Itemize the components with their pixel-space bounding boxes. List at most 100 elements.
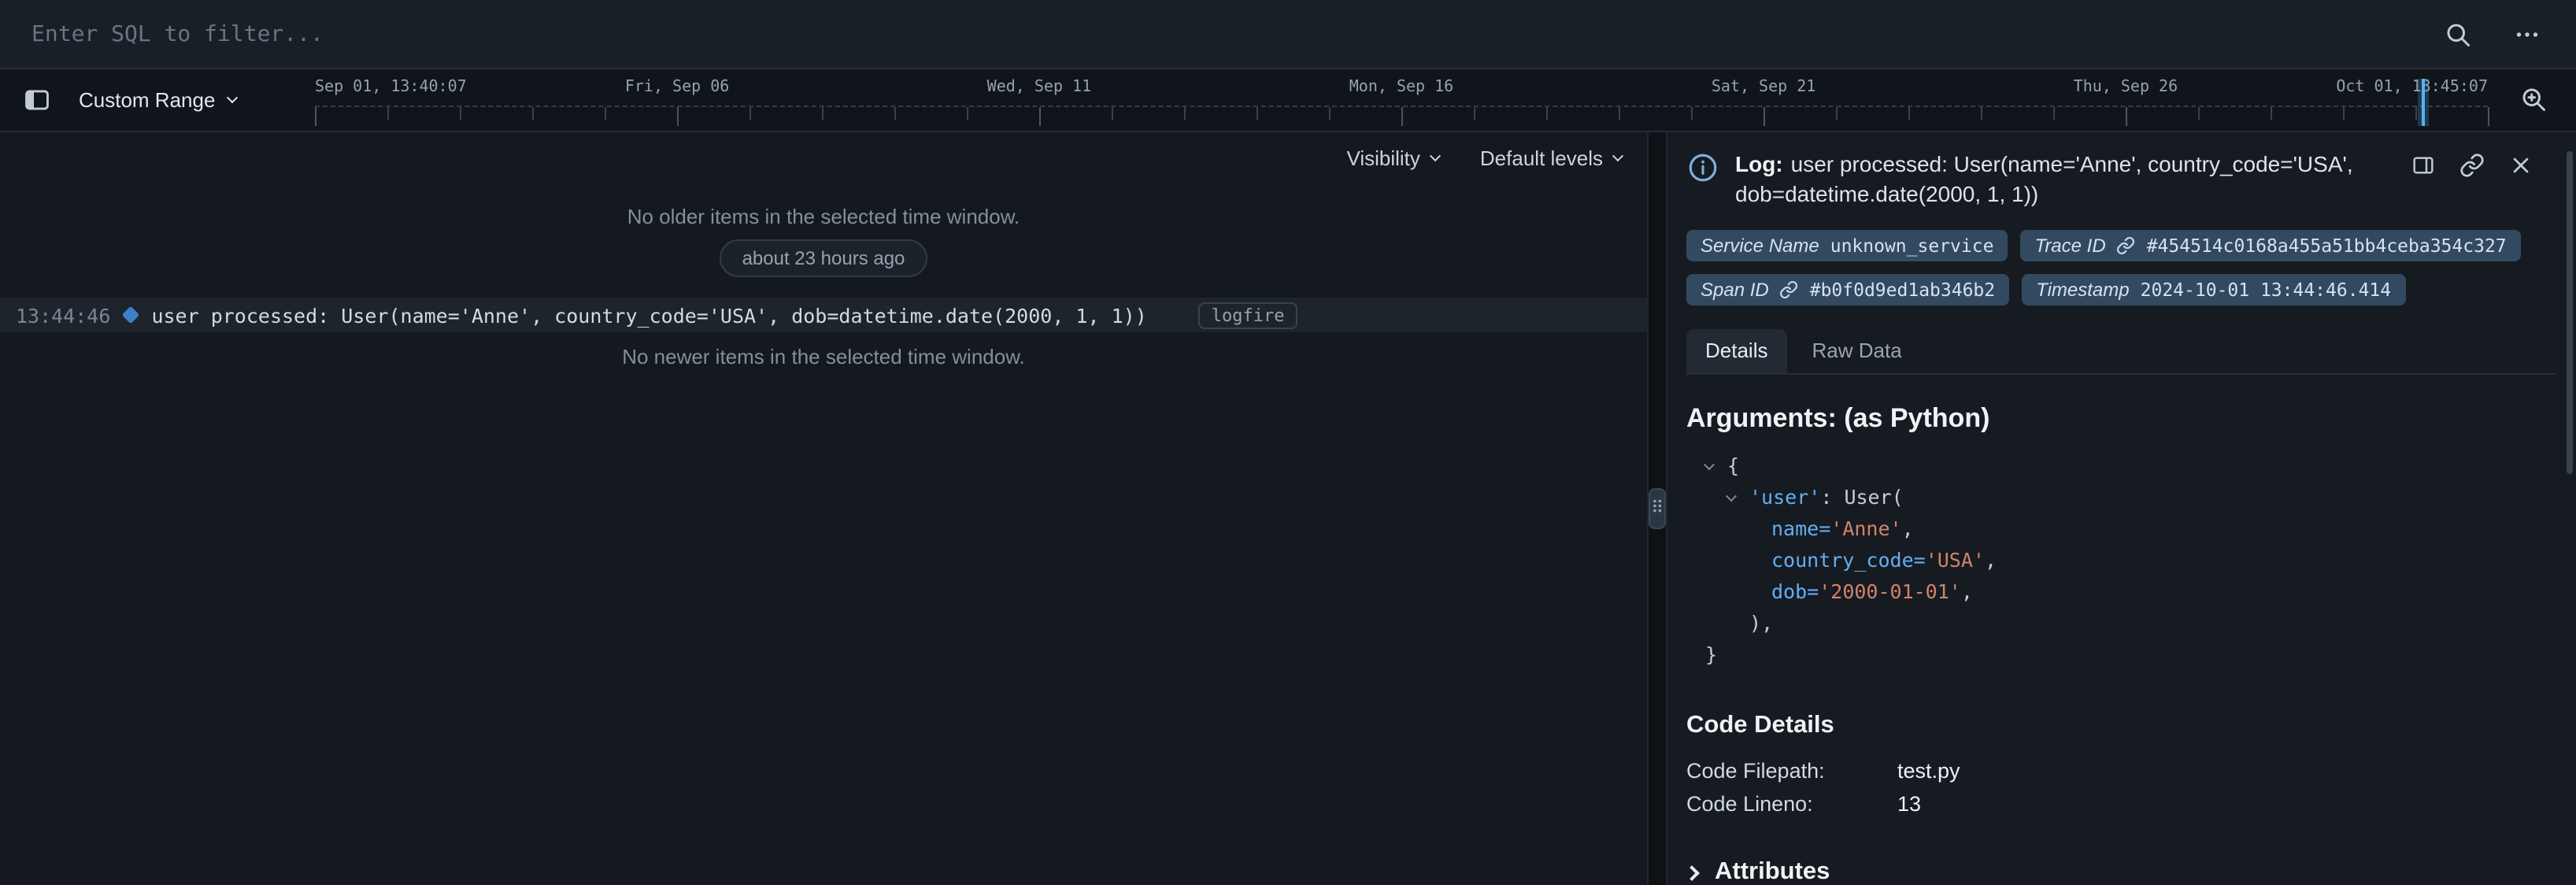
detail-tabs: DetailsRaw Data <box>1686 329 2557 375</box>
metadata-badges: Service Name unknown_service Trace ID #4… <box>1686 230 2557 305</box>
timeline-tick <box>1039 107 1041 126</box>
log-tag[interactable]: logfire <box>1199 302 1297 328</box>
close-icon[interactable] <box>2507 151 2535 180</box>
timeline-tick <box>1764 107 1765 126</box>
scrollbar-thumb[interactable] <box>2567 151 2573 474</box>
main-area: Visibility Default levels No older items… <box>0 132 2576 885</box>
link-icon <box>2117 236 2136 255</box>
expander-icon[interactable] <box>1727 494 1749 502</box>
timeline-tick <box>822 107 824 120</box>
custom-range-button[interactable]: Custom Range <box>69 88 245 112</box>
sidebar-toggle-icon[interactable] <box>16 80 57 120</box>
timeline-tick <box>1619 107 1620 120</box>
default-levels-dropdown[interactable]: Default levels <box>1480 146 1622 170</box>
timeline-tick <box>894 107 896 120</box>
badge-label: Service Name <box>1701 235 1819 257</box>
detail-title-text: user processed: User(name='Anne', countr… <box>1735 151 2353 206</box>
info-icon <box>1686 151 1719 209</box>
log-row[interactable]: 13:44:46 user processed: User(name='Anne… <box>0 298 1647 332</box>
metadata-badge[interactable]: Timestamp 2024-10-01 13:44:46.414 <box>2022 274 2405 305</box>
logs-controls: Visibility Default levels <box>0 132 1647 176</box>
chevron-down-icon <box>1612 150 1623 161</box>
timeline-selection[interactable] <box>2417 79 2428 126</box>
timeline-tick <box>605 107 606 120</box>
timeline-tick <box>1981 107 1982 120</box>
timeline-tick-label: Fri, Sep 06 <box>625 79 729 96</box>
time-ago-pill[interactable]: about 23 hours ago <box>720 239 927 277</box>
metadata-badge[interactable]: Span ID #b0f0d9ed1ab346b2 <box>1686 274 2009 305</box>
timeline-tick <box>1184 107 1186 120</box>
code-detail-value: 13 <box>1897 792 1921 816</box>
open-panel-icon[interactable] <box>2409 151 2437 180</box>
badge-label: Timestamp <box>2036 279 2130 301</box>
timeline-tick <box>1257 107 1258 120</box>
code-line: 'user': User( <box>1686 482 2557 513</box>
timeline-tick <box>967 107 968 120</box>
badge-label: Trace ID <box>2034 235 2105 257</box>
attributes-heading: Attributes <box>1715 858 1830 885</box>
sql-filter-input[interactable] <box>28 20 2409 48</box>
timeline-tick-label: Sep 01, 13:40:07 <box>315 79 467 96</box>
badge-value: 2024-10-01 13:44:46.414 <box>2141 279 2392 301</box>
metadata-badge[interactable]: Trace ID #454514c0168a455a51bb4ceba354c3… <box>2020 230 2520 261</box>
log-message: user processed: User(name='Anne', countr… <box>151 303 1146 327</box>
timeline-tick <box>1546 107 1548 120</box>
log-timestamp: 13:44:46 <box>16 303 110 327</box>
custom-range-label: Custom Range <box>79 88 215 112</box>
search-icon[interactable] <box>2437 13 2478 54</box>
zoom-in-icon[interactable] <box>2513 79 2554 120</box>
expander-icon[interactable] <box>1705 462 1727 470</box>
timeline-tick <box>749 107 751 120</box>
app-root: Custom Range Sep 01, 13:40:07 Fri, Sep 06… <box>0 0 2576 885</box>
timeline-tick <box>1474 107 1475 120</box>
timeline-tick <box>532 107 534 120</box>
chevron-right-icon <box>1684 865 1700 880</box>
timeline-tick <box>1691 107 1693 120</box>
code-details-table: Code Filepath:test.py Code Lineno:13 <box>1686 754 2557 820</box>
no-newer-message: No newer items in the selected time wind… <box>0 345 1647 368</box>
visibility-label: Visibility <box>1346 146 1419 170</box>
timeline-tick <box>1908 107 1910 120</box>
tab-details[interactable]: Details <box>1686 329 1787 373</box>
timeline-tick <box>2053 107 2055 120</box>
attributes-section-toggle[interactable]: Attributes <box>1686 858 2557 885</box>
timeline-tick <box>1401 107 1403 126</box>
detail-title: Log:user processed: User(name='Anne', co… <box>1735 150 2393 209</box>
topbar <box>0 0 2576 69</box>
ellipsis-menu-icon[interactable] <box>2507 13 2548 54</box>
code-detail-label: Code Filepath: <box>1686 759 1897 783</box>
code-line: ), <box>1686 608 2557 639</box>
timeline-tick <box>1112 107 1113 120</box>
code-details-heading: Code Details <box>1686 712 2557 740</box>
link-icon <box>1780 280 1799 299</box>
detail-header: Log:user processed: User(name='Anne', co… <box>1686 150 2557 209</box>
badge-value: unknown_service <box>1830 235 1994 257</box>
code-line: dob='2000-01-01', <box>1686 576 2557 608</box>
timeline-tick-strip <box>315 106 2488 126</box>
timeline-tick <box>460 107 461 120</box>
timeline[interactable]: Sep 01, 13:40:07 Fri, Sep 06 Wed, Sep 11 Mo… <box>315 69 2488 131</box>
detail-panel: Log:user processed: User(name='Anne', co… <box>1667 132 2576 885</box>
badge-label: Span ID <box>1701 279 1769 301</box>
timeline-tick <box>315 107 316 126</box>
tab-raw-data[interactable]: Raw Data <box>1793 329 1921 373</box>
arguments-heading: Arguments: (as Python) <box>1686 403 2557 435</box>
code-line: { <box>1686 450 2557 482</box>
timeline-tick <box>387 107 389 120</box>
detail-type-label: Log: <box>1735 151 1783 176</box>
visibility-dropdown[interactable]: Visibility <box>1346 146 1438 170</box>
code-detail-row: Code Lineno:13 <box>1686 787 2557 820</box>
panel-resize-gutter[interactable] <box>1647 132 1667 885</box>
copy-link-icon[interactable] <box>2458 151 2486 180</box>
timeline-tick <box>2271 107 2272 120</box>
timeline-tick <box>2343 107 2345 120</box>
detail-header-icons <box>2409 151 2535 209</box>
metadata-badge[interactable]: Service Name unknown_service <box>1686 230 2008 261</box>
timeline-bar: Custom Range Sep 01, 13:40:07 Fri, Sep 06… <box>0 69 2576 132</box>
timeline-tick-label: Thu, Sep 26 <box>2074 79 2178 96</box>
timeline-tick-label: Wed, Sep 11 <box>987 79 1091 96</box>
drag-handle-icon[interactable] <box>1649 488 1666 529</box>
timeline-tick-label: Mon, Sep 16 <box>1349 79 1453 96</box>
timeline-tick <box>1329 107 1331 120</box>
code-detail-value: test.py <box>1897 759 1960 783</box>
